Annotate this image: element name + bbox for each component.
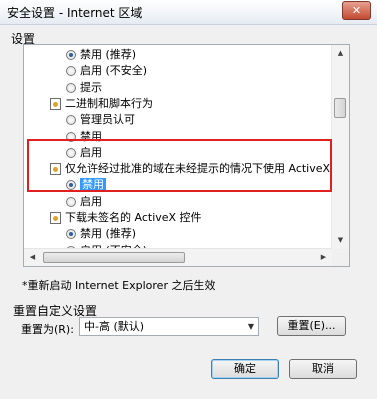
close-icon: ✕: [351, 4, 362, 17]
settings-radio-option[interactable]: 启用: [66, 145, 102, 161]
settings-radio-option[interactable]: 禁用 (推荐): [66, 47, 136, 63]
close-button[interactable]: ✕: [342, 1, 371, 20]
settings-row-label: 启用: [80, 194, 102, 208]
radio-unchecked-icon[interactable]: [66, 115, 76, 126]
settings-row-label: 下载未签名的 ActiveX 控件: [65, 211, 202, 224]
settings-row-label: 启用: [80, 145, 102, 159]
settings-radio-option[interactable]: 禁用 (推荐): [66, 226, 136, 242]
settings-category[interactable]: 仅允许经过批准的域在未经提示的情况下使用 ActiveX: [50, 161, 330, 177]
window-title: 安全设置 - Internet 区域: [7, 6, 143, 20]
reset-level-value: 中-高 (默认): [84, 320, 145, 333]
ok-button[interactable]: 确定: [211, 359, 279, 379]
settings-radio-option[interactable]: 启用 (不安全): [66, 63, 147, 79]
dropdown-arrow-icon: ▼: [247, 322, 254, 331]
radio-unchecked-icon[interactable]: [66, 66, 76, 77]
reset-level-select[interactable]: 中-高 (默认) ▼: [79, 317, 259, 336]
settings-category-icon: [50, 163, 61, 176]
settings-category-icon: [50, 97, 61, 110]
reset-to-label: 重置为(R):: [21, 323, 74, 336]
radio-checked-icon[interactable]: [66, 50, 76, 60]
settings-row-label: 提示: [80, 80, 102, 94]
settings-category-icon: [50, 212, 61, 224]
radio-unchecked-icon[interactable]: [66, 196, 76, 207]
settings-list-content: 禁用 (推荐) 启用 (不安全) 提示 二进制和脚本行为 管理员认可 禁用 启用 仅允许经过批…: [24, 45, 331, 266]
settings-radio-option[interactable]: 管理员认可: [66, 112, 135, 128]
settings-row-label: 启用 (不安全): [80, 64, 148, 78]
cancel-button[interactable]: 取消: [289, 359, 357, 379]
settings-row-label: 禁用: [80, 178, 106, 192]
settings-category[interactable]: 下载未签名的 ActiveX 控件: [50, 210, 202, 226]
settings-row-label: 二进制和脚本行为: [65, 96, 153, 110]
vertical-scrollbar[interactable]: ▲ ▼: [331, 45, 349, 249]
settings-list[interactable]: 禁用 (推荐) 启用 (不安全) 提示 二进制和脚本行为 管理员认可 禁用 启用 仅允许经过批…: [23, 44, 350, 267]
scroll-down-arrow-icon[interactable]: ▼: [332, 232, 349, 249]
radio-checked-icon[interactable]: [66, 229, 76, 240]
scroll-up-arrow-icon[interactable]: ▲: [332, 45, 349, 62]
settings-row-label: 禁用 (推荐): [80, 48, 137, 61]
horizontal-scroll-thumb[interactable]: [43, 252, 185, 263]
settings-radio-option[interactable]: 启用: [66, 194, 102, 210]
settings-radio-option[interactable]: 禁用: [66, 177, 106, 193]
reset-button[interactable]: 重置(E)...: [277, 316, 346, 336]
radio-unchecked-icon[interactable]: [66, 131, 76, 142]
radio-unchecked-icon[interactable]: [66, 82, 76, 93]
settings-category[interactable]: 二进制和脚本行为: [50, 96, 153, 112]
scroll-left-arrow-icon[interactable]: ◀: [24, 249, 41, 266]
settings-row-label: 禁用 (推荐): [80, 227, 137, 241]
settings-radio-option[interactable]: 禁用: [66, 129, 102, 145]
scroll-corner: [332, 249, 349, 266]
settings-row-label: 仅允许经过批准的域在未经提示的情况下使用 ActiveX: [65, 162, 331, 176]
settings-radio-option[interactable]: 提示: [66, 80, 102, 96]
settings-row-label: 管理员认可: [80, 113, 135, 127]
vertical-scroll-thumb[interactable]: [334, 98, 346, 118]
settings-row-label: 禁用: [80, 129, 102, 143]
radio-unchecked-icon[interactable]: [66, 147, 76, 158]
title-bar: 安全设置 - Internet 区域 ✕: [0, 0, 377, 25]
horizontal-scrollbar[interactable]: ◀ ▶: [24, 248, 332, 266]
scroll-right-arrow-icon[interactable]: ▶: [315, 249, 332, 266]
radio-checked-icon[interactable]: [66, 180, 76, 191]
restart-note: *重新启动 Internet Explorer 之后生效: [22, 279, 216, 292]
